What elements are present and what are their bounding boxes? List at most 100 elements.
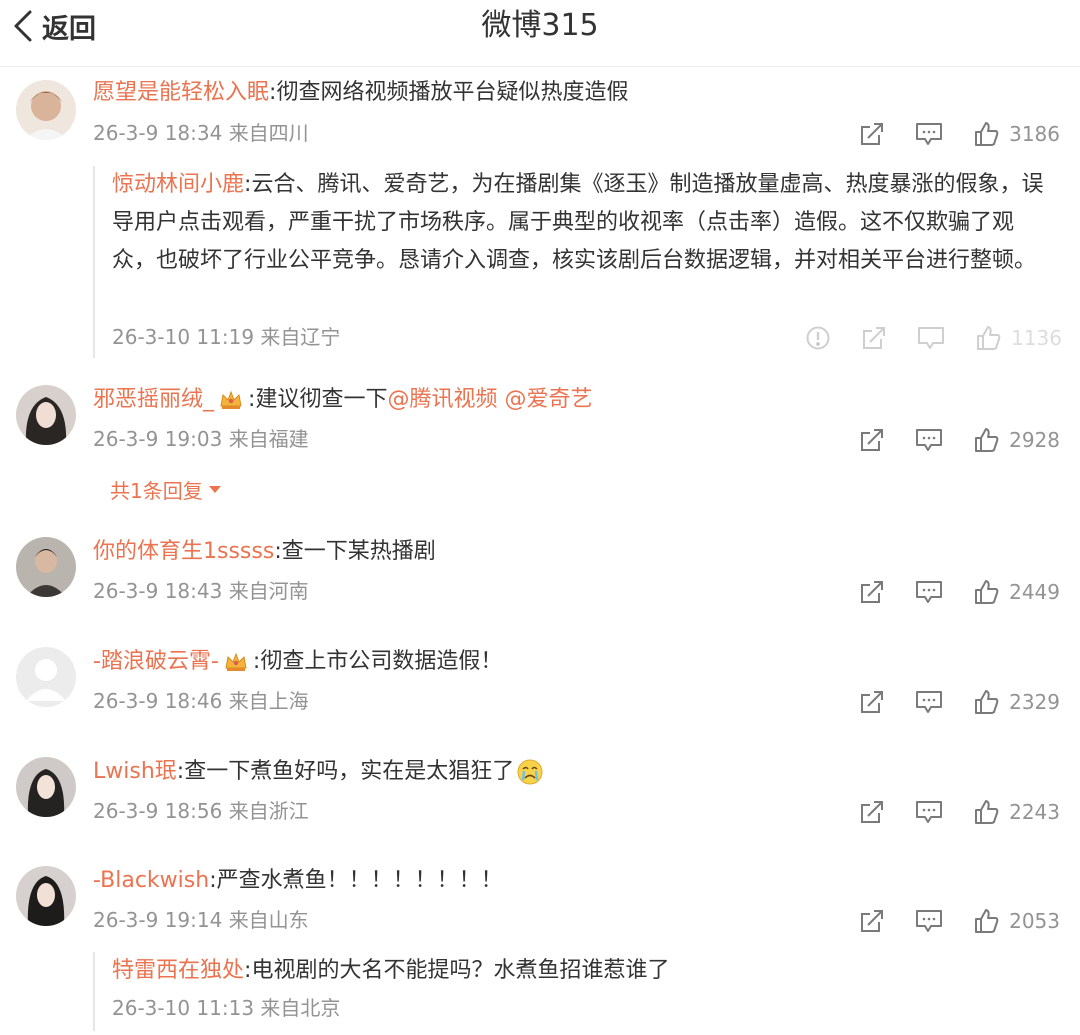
comment-item: -Blackwish:严查水煮鱼！！！！！！！！ 26-3-9 19:14 来自… xyxy=(0,866,1080,1031)
dropdown-arrow-icon xyxy=(208,486,221,493)
reply-comment-button[interactable] xyxy=(917,325,945,351)
comment-meta: 26-3-9 18:43 来自河南 xyxy=(93,577,309,605)
comment-actions: 2449 xyxy=(859,577,1060,607)
like-count: 2329 xyxy=(1009,690,1060,714)
like-count: 2449 xyxy=(1009,580,1060,604)
thumbs-up-icon xyxy=(977,326,1001,350)
comment-text: 查一下某热播剧 xyxy=(281,539,436,564)
comment-button[interactable] xyxy=(915,799,943,825)
comment-location: 来自浙江 xyxy=(228,799,309,823)
share-button[interactable] xyxy=(859,579,885,605)
username-link[interactable]: 邪恶摇丽绒_ xyxy=(93,387,214,412)
reply-block: 惊动林间小鹿:云合、腾讯、爱奇艺，为在播剧集《逐玉》制造播放量虚高、热度暴涨的假… xyxy=(93,166,1080,358)
comment-item: 邪恶摇丽绒_:建议彻查一下@腾讯视频 @爱奇艺 26-3-9 19:03 来自福… xyxy=(0,385,1080,510)
comment-actions: 2928 xyxy=(859,425,1060,455)
username-link[interactable]: Lwish珉 xyxy=(93,759,177,784)
comment-icon xyxy=(916,910,943,932)
share-button[interactable] xyxy=(859,689,885,715)
like-button[interactable]: 2928 xyxy=(973,427,1060,453)
reply-share-button[interactable] xyxy=(861,325,887,351)
avatar[interactable] xyxy=(16,647,76,707)
crying-emoji-icon xyxy=(516,758,544,786)
comment-item: 你的体育生1sssss:查一下某热播剧 26-3-9 18:43 来自河南 24… xyxy=(0,537,1080,622)
like-button[interactable]: 2053 xyxy=(973,908,1060,934)
like-count: 3186 xyxy=(1009,122,1060,146)
reply-location: 来自辽宁 xyxy=(260,325,341,349)
thumbs-up-icon xyxy=(975,909,999,933)
comment-button[interactable] xyxy=(915,121,943,147)
vip-crown-icon xyxy=(223,650,249,674)
comment-button[interactable] xyxy=(915,908,943,934)
comment-text: 彻查上市公司数据造假！ xyxy=(260,649,503,674)
comment-time: 26-3-9 18:43 xyxy=(93,579,223,603)
avatar[interactable] xyxy=(16,80,76,140)
comment-meta: 26-3-9 19:14 来自山东 xyxy=(93,906,309,934)
reply-line: 特雷西在独处:电视剧的大名不能提吗？水煮鱼招谁惹谁了 xyxy=(112,958,670,983)
reply-actions: 1136 xyxy=(805,323,1062,353)
reply-username-link[interactable]: 特雷西在独处 xyxy=(112,958,244,983)
comment-time: 26-3-9 18:34 xyxy=(93,121,223,145)
reply-text: 电视剧的大名不能提吗？水煮鱼招谁惹谁了 xyxy=(251,958,670,983)
comment-meta: 26-3-9 18:46 来自上海 xyxy=(93,687,309,715)
comment-item: -踏浪破云霄-:彻查上市公司数据造假！ 26-3-9 18:46 来自上海 23… xyxy=(0,647,1080,732)
avatar[interactable] xyxy=(16,385,76,445)
comment-time: 26-3-9 18:46 xyxy=(93,689,223,713)
share-icon xyxy=(861,801,884,823)
comment-location: 来自上海 xyxy=(228,689,309,713)
share-button[interactable] xyxy=(859,799,885,825)
more-replies-link[interactable]: 共1条回复 xyxy=(110,475,221,504)
like-count: 2243 xyxy=(1009,800,1060,824)
username-link[interactable]: -踏浪破云霄- xyxy=(93,649,219,674)
comment-icon xyxy=(916,123,943,145)
comment-text: 查一下煮鱼好吗，实在是太猖狂了 xyxy=(184,759,515,784)
comment-location: 来自山东 xyxy=(228,908,309,932)
reply-meta: 26-3-10 11:13 来自北京 xyxy=(112,994,340,1022)
reply-time: 26-3-10 11:13 xyxy=(112,996,255,1020)
avatar[interactable] xyxy=(16,537,76,597)
comment-item: 愿望是能轻松入眠:彻查网络视频播放平台疑似热度造假 26-3-9 18:34 来… xyxy=(0,78,1080,363)
comment-line: 邪恶摇丽绒_:建议彻查一下@腾讯视频 @爱奇艺 xyxy=(93,387,593,412)
like-button[interactable]: 2449 xyxy=(973,579,1060,605)
thumbs-up-icon xyxy=(975,580,999,604)
avatar[interactable] xyxy=(16,757,76,817)
mention-link[interactable]: @腾讯视频 xyxy=(387,387,497,412)
comment-meta: 26-3-9 18:34 来自四川 xyxy=(93,119,309,147)
report-button[interactable] xyxy=(805,325,831,351)
like-button[interactable]: 2243 xyxy=(973,799,1060,825)
username-link[interactable]: 愿望是能轻松入眠 xyxy=(93,80,269,105)
comment-button[interactable] xyxy=(915,689,943,715)
avatar[interactable] xyxy=(16,866,76,926)
report-icon xyxy=(806,326,830,350)
comment-icon xyxy=(916,429,943,451)
share-button[interactable] xyxy=(859,908,885,934)
username-link[interactable]: -Blackwish xyxy=(93,868,209,893)
username-link[interactable]: 你的体育生1sssss xyxy=(93,539,274,564)
mention-link[interactable]: @爱奇艺 xyxy=(504,387,592,412)
comment-line: 愿望是能轻松入眠:彻查网络视频播放平台疑似热度造假 xyxy=(93,80,629,105)
thumbs-up-icon xyxy=(975,122,999,146)
like-button[interactable]: 3186 xyxy=(973,121,1060,147)
thumbs-up-icon xyxy=(975,690,999,714)
comment-icon xyxy=(916,691,943,713)
share-icon xyxy=(861,691,884,713)
share-button[interactable] xyxy=(859,121,885,147)
share-icon xyxy=(861,910,884,932)
like-count: 2053 xyxy=(1009,909,1060,933)
share-icon xyxy=(861,429,884,451)
comment-actions: 2053 xyxy=(859,906,1060,936)
comment-meta: 26-3-9 18:56 来自浙江 xyxy=(93,797,309,825)
comment-button[interactable] xyxy=(915,579,943,605)
share-button[interactable] xyxy=(859,427,885,453)
reply-line: 惊动林间小鹿:云合、腾讯、爱奇艺，为在播剧集《逐玉》制造播放量虚高、热度暴涨的假… xyxy=(112,172,1044,273)
reply-username-link[interactable]: 惊动林间小鹿 xyxy=(112,172,244,197)
comment-line: Lwish珉:查一下煮鱼好吗，实在是太猖狂了 xyxy=(93,757,544,787)
reply-time: 26-3-10 11:19 xyxy=(112,325,255,349)
comment-location: 来自福建 xyxy=(228,427,309,451)
like-button[interactable]: 2329 xyxy=(973,689,1060,715)
reply-like-button[interactable]: 1136 xyxy=(975,325,1062,351)
vip-crown-icon xyxy=(218,388,244,412)
comment-icon xyxy=(918,327,945,349)
comment-time: 26-3-9 19:14 xyxy=(93,908,223,932)
comment-button[interactable] xyxy=(915,427,943,453)
comment-icon xyxy=(916,581,943,603)
